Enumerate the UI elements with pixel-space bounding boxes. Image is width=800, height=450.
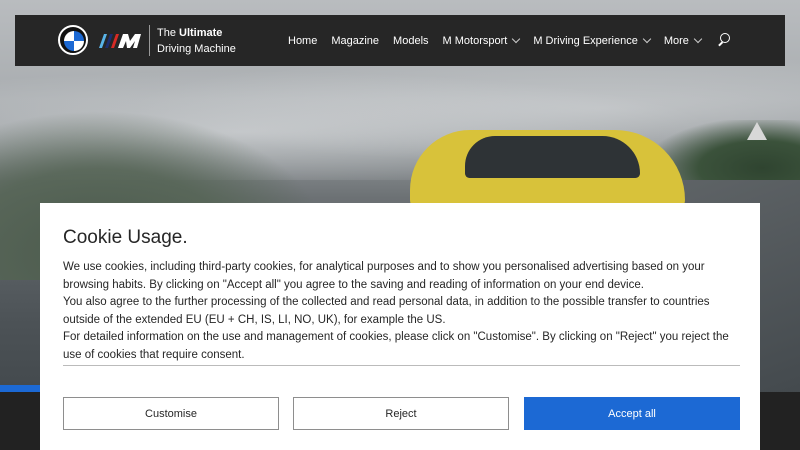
nav-item-home[interactable]: Home: [288, 35, 317, 47]
search-icon[interactable]: [718, 33, 732, 47]
logo-divider: [149, 25, 150, 56]
hero-car-window: [465, 136, 640, 178]
cookie-divider: [63, 365, 740, 366]
nav-item-label: M Motorsport: [442, 34, 508, 47]
top-navbar: The Ultimate Driving Machine Home Magazi…: [15, 15, 785, 66]
tagline-prefix: The: [157, 27, 180, 39]
cookie-body: We use cookies, including third-party co…: [63, 259, 748, 364]
nav-item-label: Magazine: [331, 34, 380, 47]
nav-item-models[interactable]: Models: [393, 35, 428, 47]
nav-item-magazine[interactable]: Magazine: [331, 35, 379, 47]
main-nav: Home Magazine Models M Motorsport M Driv…: [288, 15, 715, 66]
bmw-logo-icon[interactable]: [58, 25, 88, 55]
reject-button[interactable]: Reject: [293, 397, 509, 430]
chevron-down-icon: [693, 34, 703, 43]
cookie-consent-dialog: Cookie Usage. We use cookies, including …: [40, 203, 760, 450]
accept-all-button[interactable]: Accept all: [524, 397, 740, 430]
cookie-paragraph: We use cookies, including third-party co…: [63, 261, 705, 291]
nav-item-label: More: [663, 34, 689, 47]
nav-item-m-motorsport[interactable]: M Motorsport: [442, 34, 521, 47]
nav-item-label: M Driving Experience: [533, 34, 638, 47]
nav-item-more[interactable]: More: [663, 34, 703, 47]
m-logo-icon[interactable]: [97, 32, 143, 50]
chevron-down-icon: [642, 34, 652, 43]
cookie-paragraph: You also agree to the further processing…: [63, 296, 710, 326]
chevron-down-icon: [512, 34, 521, 43]
nav-item-label: Models: [393, 34, 429, 47]
customise-button[interactable]: Customise: [63, 397, 279, 430]
brand-tagline: The Ultimate Driving Machine: [157, 25, 236, 57]
cookie-paragraph: For detailed information on the use and …: [63, 331, 729, 361]
cookie-title: Cookie Usage.: [63, 227, 188, 248]
tagline-strong: Ultimate: [179, 27, 223, 39]
nav-item-label: Home: [288, 34, 318, 47]
nav-item-m-driving-experience[interactable]: M Driving Experience: [533, 34, 652, 47]
tagline-line2: Driving Machine: [157, 43, 236, 55]
